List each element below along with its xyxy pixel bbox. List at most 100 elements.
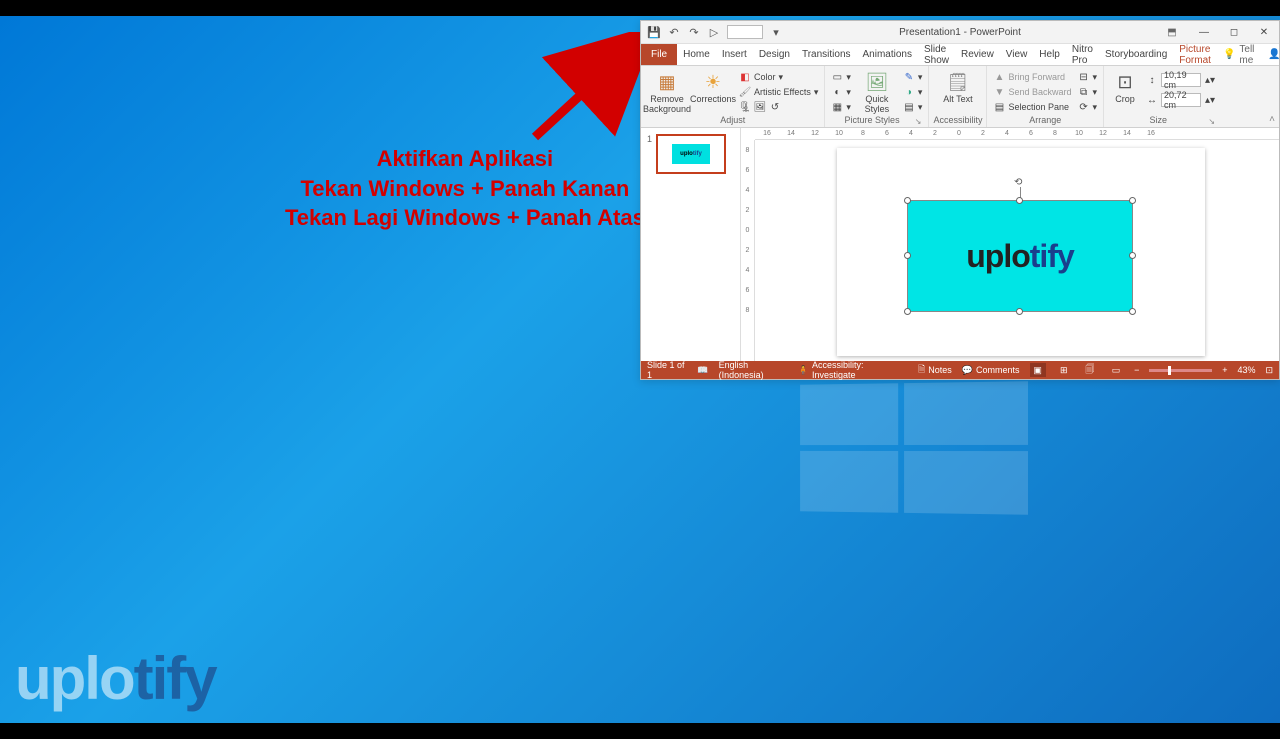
width-spinner[interactable]: ▴▾ (1204, 94, 1216, 106)
titlebar: 💾 ↶ ↷ ▷ ▾ Presentation1 - PowerPoint ⬒ —… (641, 21, 1279, 44)
tab-slideshow[interactable]: Slide Show (918, 44, 955, 65)
notes-icon: 🗎 (918, 362, 925, 378)
ribbon-display-icon[interactable]: ⬒ (1161, 21, 1183, 43)
picture-effects-button[interactable]: ◐▾ (829, 85, 853, 99)
pic-effect-btn[interactable]: ◑▾ (901, 85, 925, 99)
thumbnail-pane[interactable]: 1 uplotify (641, 128, 741, 361)
picture-layout-button[interactable]: ▦▾ (829, 100, 853, 114)
spellcheck-icon[interactable]: 📖 (697, 365, 708, 376)
share-button[interactable]: 👤 Share (1260, 44, 1280, 65)
windows-logo-icon (800, 381, 1028, 515)
crop-button[interactable]: ⊡ Crop (1108, 68, 1142, 105)
width-input[interactable]: 20,72 cm (1161, 93, 1201, 107)
corrections-icon: ☀ (701, 70, 725, 94)
save-icon[interactable]: 💾 (647, 25, 661, 39)
notes-button[interactable]: 🗎Notes (918, 362, 952, 378)
editor-pane[interactable]: 161412 1086 420 246 81012 1416 864 202 4… (741, 128, 1279, 361)
pic-layout-btn[interactable]: ▤▾ (901, 100, 925, 114)
tab-animations[interactable]: Animations (857, 44, 918, 65)
slideshow-view-icon[interactable]: ▭ (1108, 363, 1124, 377)
group-arrange: ▲ Bring Forward ▼ Send Backward ▤ Select… (987, 66, 1104, 127)
group-size: ⊡ Crop ↕ 10,19 cm ▴▾ ↔ 20,72 cm ▴▾ (1104, 66, 1222, 127)
remove-background-button[interactable]: ▦ Remove Background (645, 68, 689, 115)
rotate-handle-icon[interactable]: ⟲ (1014, 177, 1022, 188)
change-pic-icon[interactable]: 🖼 (754, 101, 766, 113)
zoom-percent[interactable]: 43% (1237, 365, 1255, 375)
sorter-view-icon[interactable]: ⊞ (1056, 363, 1072, 377)
pic-border-btn[interactable]: ✎▾ (901, 70, 925, 84)
resize-handle[interactable] (904, 252, 911, 259)
comments-button[interactable]: 💬Comments (962, 365, 1020, 376)
rotate-button[interactable]: ⟳▾ (1076, 100, 1100, 114)
tell-me[interactable]: 💡 Tell me (1217, 44, 1260, 65)
reset-pic-icon[interactable]: ↺ (769, 101, 781, 113)
alt-text-button[interactable]: 🗒 Alt Text (936, 68, 980, 105)
tab-design[interactable]: Design (753, 44, 796, 65)
vertical-ruler: 864 202 468 (741, 140, 755, 361)
bring-forward-button[interactable]: ▲ Bring Forward (991, 70, 1073, 84)
reading-view-icon[interactable]: 🗐 (1082, 363, 1098, 377)
tab-home[interactable]: Home (677, 44, 716, 65)
tab-transitions[interactable]: Transitions (796, 44, 857, 65)
tab-view[interactable]: View (1000, 44, 1034, 65)
minimize-button[interactable]: — (1189, 21, 1219, 43)
height-spinner[interactable]: ▴▾ (1204, 74, 1216, 86)
qat-dropdown[interactable] (727, 25, 763, 39)
group-accessibility: 🗒 Alt Text Accessibility (929, 66, 987, 127)
compress-icon[interactable]: 🗜 (739, 101, 751, 113)
fit-window-icon[interactable]: ⊡ (1265, 365, 1273, 376)
remove-bg-icon: ▦ (655, 70, 679, 94)
resize-handle[interactable] (1129, 252, 1136, 259)
resize-handle[interactable] (904, 308, 911, 315)
align-button[interactable]: ⊟▾ (1076, 70, 1100, 84)
slide-canvas[interactable]: uplotify uplotify ⟲ (837, 148, 1205, 356)
layout-icon: ▦ (831, 101, 843, 113)
resize-handle[interactable] (1016, 197, 1023, 204)
slide-thumbnail[interactable]: uplotify (656, 134, 726, 174)
close-button[interactable]: ✕ (1249, 21, 1279, 43)
resize-handle[interactable] (904, 197, 911, 204)
share-icon: 👤 (1268, 49, 1280, 60)
tab-picture-format[interactable]: Picture Format (1173, 44, 1217, 65)
undo-icon[interactable]: ↶ (667, 25, 681, 39)
collapse-ribbon-icon[interactable]: ˄ (1269, 114, 1275, 125)
send-backward-button[interactable]: ▼ Send Backward (991, 85, 1073, 99)
corrections-button[interactable]: ☀ Corrections (691, 68, 735, 105)
tab-help[interactable]: Help (1033, 44, 1066, 65)
picture-border-button[interactable]: ▭▾ (829, 70, 853, 84)
tab-insert[interactable]: Insert (716, 44, 753, 65)
picture-content: uplotify (966, 238, 1074, 275)
statusbar: Slide 1 of 1 📖 English (Indonesia) 🧍 Acc… (641, 361, 1279, 379)
tab-review[interactable]: Review (955, 44, 1000, 65)
quick-styles-button[interactable]: 🖼 Quick Styles (855, 68, 899, 115)
slide-counter[interactable]: Slide 1 of 1 (647, 360, 687, 380)
selected-picture[interactable]: uplotify ⟲ (907, 200, 1133, 312)
horizontal-ruler: 161412 1086 420 246 81012 1416 (755, 128, 1279, 140)
tab-nitropro[interactable]: Nitro Pro (1066, 44, 1099, 65)
tab-storyboarding[interactable]: Storyboarding (1099, 44, 1173, 65)
qat-more-icon[interactable]: ▾ (769, 25, 783, 39)
zoom-in-button[interactable]: + (1222, 365, 1227, 375)
zoom-slider[interactable] (1149, 369, 1212, 372)
tab-file[interactable]: File (641, 44, 677, 65)
resize-handle[interactable] (1129, 308, 1136, 315)
language-status[interactable]: English (Indonesia) (719, 360, 788, 380)
resize-handle[interactable] (1016, 308, 1023, 315)
accessibility-status[interactable]: 🧍 Accessibility: Investigate (798, 360, 898, 380)
styles-launcher-icon[interactable]: ↘ (915, 117, 925, 127)
normal-view-icon[interactable]: ▣ (1030, 363, 1046, 377)
group-adjust: ▦ Remove Background ☀ Corrections ◧ Colo… (641, 66, 825, 127)
redo-icon[interactable]: ↷ (687, 25, 701, 39)
selection-pane-button[interactable]: ▤ Selection Pane (991, 100, 1073, 114)
height-input[interactable]: 10,19 cm (1161, 73, 1201, 87)
color-button[interactable]: ◧ Color▾ (737, 70, 820, 84)
slideshow-start-icon[interactable]: ▷ (707, 25, 721, 39)
size-launcher-icon[interactable]: ↘ (1208, 117, 1218, 127)
zoom-out-button[interactable]: − (1134, 365, 1139, 375)
resize-handle[interactable] (1129, 197, 1136, 204)
maximize-button[interactable]: ◻ (1219, 21, 1249, 43)
quick-styles-icon: 🖼 (865, 70, 889, 94)
group-button[interactable]: ⧉▾ (1076, 85, 1100, 99)
desktop-watermark: uplotify (15, 644, 216, 713)
artistic-effects-button[interactable]: 🖌 Artistic Effects▾ (737, 85, 820, 99)
